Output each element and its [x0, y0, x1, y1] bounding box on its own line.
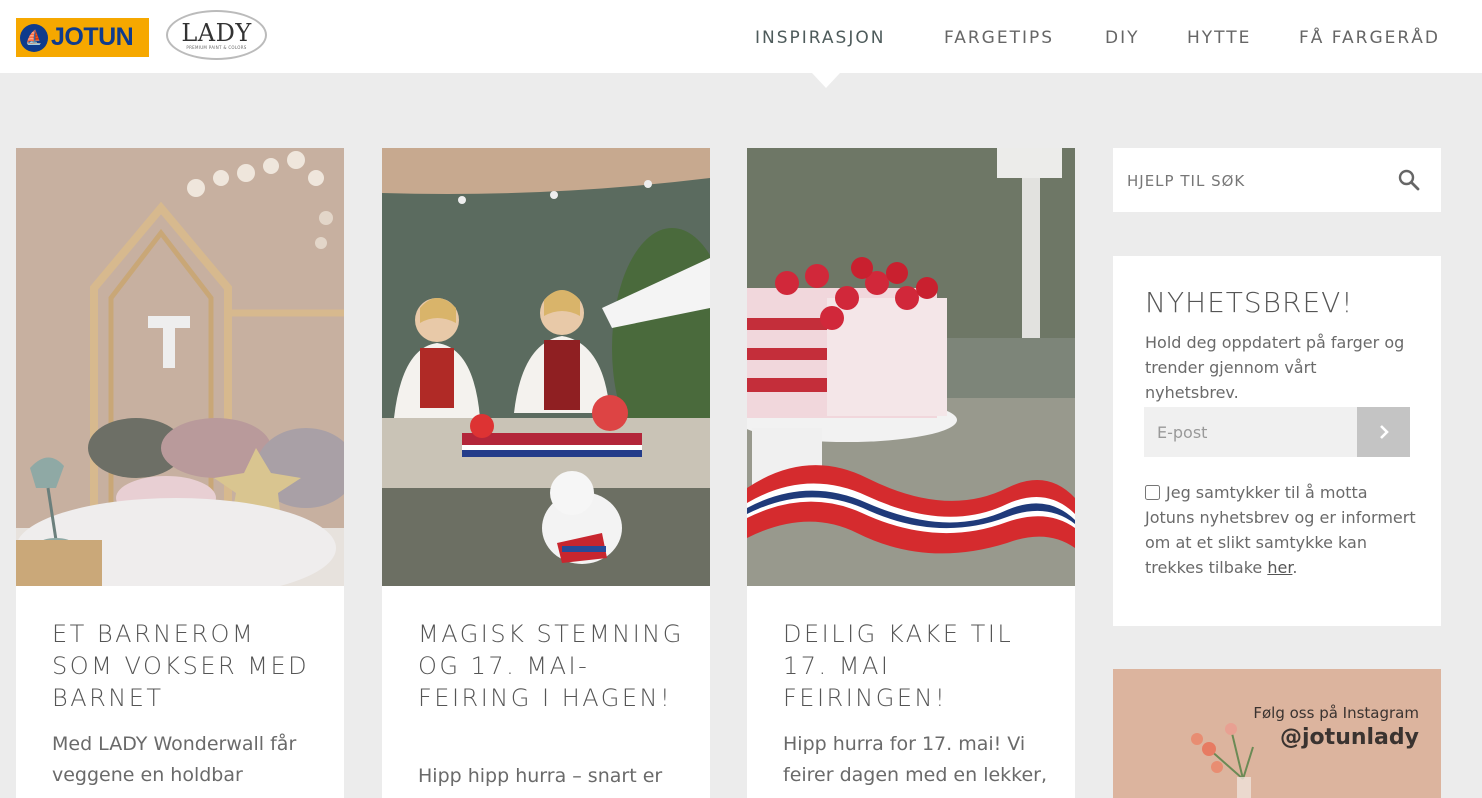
nav-item-fargetips[interactable]: FARGETIPS [944, 28, 1054, 48]
article-card[interactable]: MAGISK STEMNING OG 17. MAI-FEIRING I HAG… [382, 148, 710, 798]
article-title[interactable]: ET BARNEROM SOM VOKSER MED BARNET [52, 618, 322, 714]
nav-item-hytte[interactable]: HYTTE [1187, 28, 1251, 48]
consent-checkbox[interactable] [1145, 485, 1160, 500]
kids-bedroom-photo-icon[interactable] [16, 148, 344, 586]
search-input[interactable] [1127, 168, 1387, 194]
instagram-banner[interactable]: Følg oss på Instagram @jotunlady [1113, 669, 1441, 798]
nav-item-fa-fargerad[interactable]: FÅ FARGERÅD [1299, 28, 1440, 48]
newsletter-panel: NYHETSBREV! Hold deg oppdatert på farger… [1113, 256, 1441, 626]
search-icon[interactable] [1397, 168, 1421, 192]
article-title[interactable]: DEILIG KAKE TIL 17. MAI FEIRINGEN! [783, 618, 1053, 714]
article-title[interactable]: MAGISK STEMNING OG 17. MAI-FEIRING I HAG… [418, 618, 688, 714]
article-excerpt: Med LADY Wonderwall får veggene en holdb… [52, 733, 297, 786]
nav-item-diy[interactable]: DIY [1105, 28, 1140, 48]
newsletter-title: NYHETSBREV! [1145, 286, 1354, 319]
jotun-emblem-icon: ⛵ [20, 23, 48, 52]
site-header: ⛵ JOTUN LADY PREMIUM PAINT & COLORS INSP… [0, 0, 1482, 73]
consent-block: Jeg samtykker til å motta Jotuns nyhetsb… [1145, 480, 1417, 580]
email-field[interactable] [1144, 407, 1358, 457]
active-nav-indicator [812, 73, 840, 88]
newsletter-submit-button[interactable] [1357, 407, 1410, 457]
consent-link[interactable]: her [1267, 558, 1292, 577]
cake-photo-icon[interactable] [747, 148, 1075, 586]
newsletter-description: Hold deg oppdatert på farger og trender … [1145, 333, 1405, 402]
lady-logo[interactable]: LADY PREMIUM PAINT & COLORS [166, 10, 267, 60]
jotun-logo-text: JOTUN [51, 23, 134, 51]
article-card[interactable]: DEILIG KAKE TIL 17. MAI FEIRINGEN! Hipp … [747, 148, 1075, 798]
lady-logo-subtext: PREMIUM PAINT & COLORS [186, 44, 247, 50]
jotun-logo[interactable]: ⛵ JOTUN [16, 18, 149, 57]
lady-logo-text: LADY [181, 18, 252, 47]
instagram-handle[interactable]: @jotunlady [1280, 725, 1419, 750]
chevron-right-icon [1379, 425, 1389, 439]
instagram-follow-text: Følg oss på Instagram [1253, 704, 1419, 722]
search-box [1113, 148, 1441, 212]
article-card[interactable]: ET BARNEROM SOM VOKSER MED BARNET Med LA… [16, 148, 344, 798]
garden-party-photo-icon[interactable] [382, 148, 710, 586]
article-excerpt: Hipp hipp hurra – snart er [418, 765, 663, 787]
article-excerpt: Hipp hurra for 17. mai! Vi feirer dagen … [783, 733, 1048, 786]
consent-end: . [1292, 558, 1298, 577]
nav-item-inspirasjon[interactable]: INSPIRASJON [755, 28, 885, 48]
